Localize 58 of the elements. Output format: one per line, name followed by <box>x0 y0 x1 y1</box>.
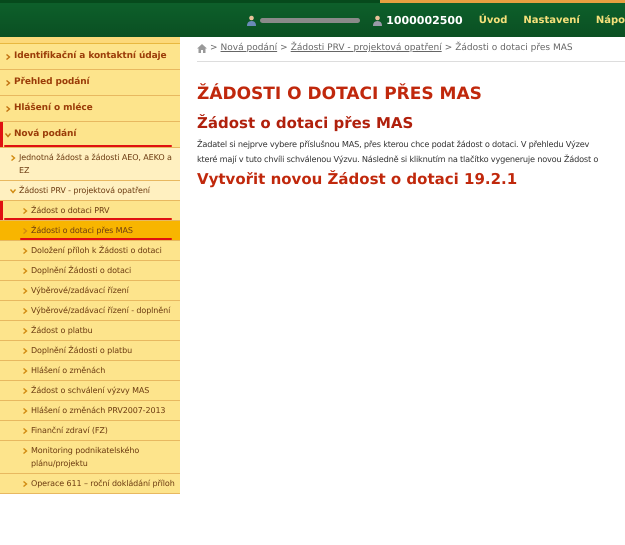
sidebar-item[interactable]: Hlášení o změnách PRV2007-2013 <box>0 401 180 421</box>
chevron-right-icon <box>5 106 11 112</box>
description-text: které mají v tuto chvíli schválenou Výzvu. Následně si kliknutím na tlačítko vygeneruje novou Žádost o <box>197 153 600 166</box>
chevron-right-icon <box>22 268 28 274</box>
breadcrumb-link[interactable]: Žádosti PRV - projektová opatření <box>290 43 442 53</box>
sidebar-item[interactable]: Žádosti PRV - projektová opatření <box>0 181 180 201</box>
sidebar-item[interactable]: Monitoring podnikatelského plánu/projektu <box>0 441 180 474</box>
sidebar-item[interactable]: Výběrové/zadávací řízení <box>0 281 180 301</box>
chevron-right-icon <box>22 328 28 334</box>
account-number: 1000002500 <box>386 14 463 26</box>
breadcrumb-current: Žádosti o dotaci přes MAS <box>455 43 573 53</box>
chevron-right-icon <box>22 308 28 314</box>
chevron-right-icon <box>22 208 28 214</box>
sidebar-item[interactable]: Žádost o schválení výzvy MAS <box>0 381 180 401</box>
chevron-right-icon <box>10 155 16 161</box>
sidebar-item[interactable]: Žádost o platbu <box>0 321 180 341</box>
chevron-right-icon <box>22 368 28 374</box>
section-heading: Žádost o dotaci přes MAS <box>197 114 414 132</box>
chevron-right-icon <box>22 248 28 254</box>
page-title: ŽÁDOSTI O DOTACI PŘES MAS <box>197 84 483 104</box>
chevron-right-icon <box>22 288 28 294</box>
sidebar-item[interactable]: Operace 611 – roční dokládání příloh <box>0 474 180 494</box>
sidebar-item[interactable]: Žádost o dotaci PRV <box>0 201 180 221</box>
chevron-right-icon <box>22 228 28 234</box>
create-application-link[interactable]: Vytvořit novou Žádost o dotaci 19.2.1 <box>197 170 518 188</box>
home-icon[interactable] <box>197 44 207 52</box>
chevron-right-icon <box>22 428 28 434</box>
sidebar-item[interactable]: Doplnění Žádosti o dotaci <box>0 261 180 281</box>
breadcrumb-separator: > <box>444 43 452 53</box>
sidebar-item[interactable]: Hlášení o mléce <box>0 96 180 122</box>
chevron-right-icon <box>22 448 28 454</box>
chevron-down-icon <box>5 132 11 138</box>
chevron-right-icon <box>22 408 28 414</box>
person-icon <box>372 14 384 26</box>
sidebar-item[interactable]: Doplnění Žádosti o platbu <box>0 341 180 361</box>
chevron-right-icon <box>5 54 11 60</box>
breadcrumb-separator: > <box>280 43 288 53</box>
breadcrumb-separator: > <box>210 43 218 53</box>
chevron-right-icon <box>5 80 11 86</box>
sidebar-item[interactable]: Identifikační a kontaktní údaje <box>0 44 180 70</box>
chevron-down-icon <box>10 188 16 194</box>
nav-link[interactable]: Nápo <box>596 14 625 26</box>
chevron-right-icon <box>22 348 28 354</box>
sidebar-item[interactable]: Hlášení o změnách <box>0 361 180 381</box>
sidebar-item[interactable]: Výběrové/zadávací řízení - doplnění <box>0 301 180 321</box>
sidebar-item[interactable]: Žádosti o dotaci přes MAS <box>0 221 180 241</box>
description-text: Žadatel si nejprve vybere příslušnou MAS, přes kterou chce podat žádost o dotaci. V přehledu Výzev <box>197 138 590 151</box>
sidebar-item[interactable]: Nová podání <box>0 122 180 148</box>
chevron-right-icon <box>22 481 28 487</box>
sidebar-item[interactable]: Doložení příloh k Žádosti o dotaci <box>0 241 180 261</box>
sidebar-item[interactable]: Finanční zdraví (FZ) <box>0 421 180 441</box>
sidebar-item[interactable]: Přehled podání <box>0 70 180 96</box>
chevron-right-icon <box>22 388 28 394</box>
person-icon <box>246 14 258 26</box>
sidebar-item[interactable]: Jednotná žádost a žádosti AEO, AEKO a EZ <box>0 148 180 181</box>
nav-link[interactable]: Úvod <box>478 14 508 26</box>
breadcrumb-link[interactable]: Nová podání <box>220 43 278 53</box>
nav-link[interactable]: Nastavení <box>523 14 580 26</box>
